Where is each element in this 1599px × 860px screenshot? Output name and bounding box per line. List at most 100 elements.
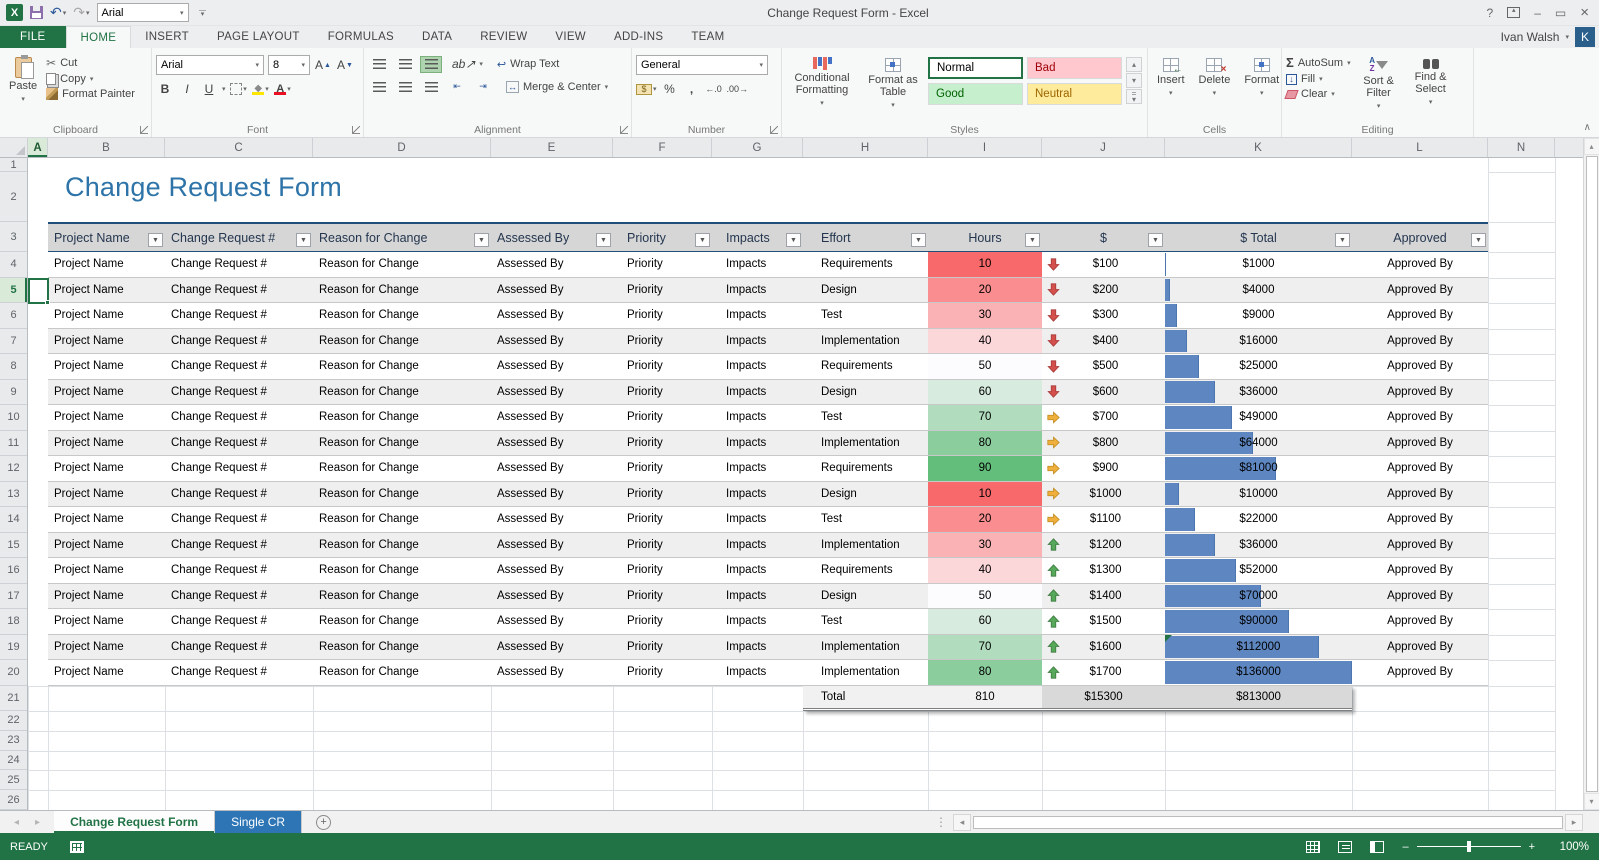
cell[interactable]: Project Name [48,278,165,303]
avatar[interactable]: K [1575,27,1595,47]
cell[interactable]: Requirements [803,456,928,481]
table-row[interactable]: Project NameChange Request #Reason for C… [48,482,1488,508]
table-header-11[interactable]: Approved▼ [1352,224,1488,251]
cell[interactable]: Reason for Change [313,456,491,481]
cell[interactable]: Assessed By [491,329,613,354]
cell[interactable]: Change Request # [165,507,313,532]
total-dollar-total[interactable]: $813000 [1165,686,1352,709]
table-row[interactable]: Project NameChange Request #Reason for C… [48,507,1488,533]
table-row[interactable]: Project NameChange Request #Reason for C… [48,584,1488,610]
cost-cell[interactable]: $1600 [1042,635,1165,660]
collapse-ribbon-button[interactable]: ∧ [1584,122,1591,133]
filter-button[interactable]: ▼ [1025,233,1040,247]
cell[interactable]: Change Request # [165,584,313,609]
delete-cells-button[interactable]: ×Delete▾ [1194,52,1236,121]
cell[interactable]: Priority [613,354,712,379]
style-good[interactable]: Good [928,83,1023,105]
table-row[interactable]: Project NameChange Request #Reason for C… [48,354,1488,380]
qat-customize-button[interactable]: —▾ [196,9,210,17]
cost-cell[interactable]: $1700 [1042,660,1165,685]
cell[interactable]: Priority [613,380,712,405]
approved-cell[interactable]: Approved By [1352,354,1488,379]
cell[interactable]: Priority [613,431,712,456]
table-header-8[interactable]: Hours▼ [928,224,1042,251]
cell[interactable]: Change Request # [165,558,313,583]
sheet-area[interactable]: 1234567891011121314151617181920212223242… [0,158,1583,810]
cell[interactable]: Project Name [48,533,165,558]
close-button[interactable]: × [1580,4,1589,21]
zoom-in-button[interactable]: + [1529,841,1535,853]
cell[interactable]: Test [803,303,928,328]
dollar-total-cell[interactable]: $136000 [1165,660,1352,685]
increase-decimal-button[interactable]: ←.0 [705,80,723,98]
select-all-corner[interactable] [0,138,28,157]
ribbon-tab-insert[interactable]: INSERT [131,26,203,48]
hours-cell[interactable]: 80 [928,431,1042,456]
shrink-font-button[interactable]: A▼ [336,56,354,74]
cell[interactable]: Change Request # [165,329,313,354]
save-button[interactable] [30,6,43,19]
filter-button[interactable]: ▼ [296,233,311,247]
hours-cell[interactable]: 70 [928,635,1042,660]
row-header-15[interactable]: 15 [0,533,27,559]
borders-button[interactable]: ▾ [230,80,248,98]
cell[interactable]: Reason for Change [313,431,491,456]
table-row[interactable]: Project NameChange Request #Reason for C… [48,278,1488,304]
row-header-25[interactable]: 25 [0,770,27,790]
cell[interactable]: Project Name [48,405,165,430]
font-dialog-launcher[interactable] [352,126,360,134]
top-align-button[interactable] [368,56,390,73]
horizontal-scrollbar[interactable]: ◂ ▸ [953,811,1583,833]
row-header-7[interactable]: 7 [0,329,27,355]
cell[interactable]: Project Name [48,635,165,660]
sheet-tab-single-cr[interactable]: Single CR [215,811,302,833]
cell[interactable]: Change Request # [165,456,313,481]
cell[interactable]: Priority [613,609,712,634]
filter-button[interactable]: ▼ [1335,233,1350,247]
vertical-scroll-thumb[interactable] [1586,156,1598,792]
hours-cell[interactable]: 50 [928,584,1042,609]
row-header-13[interactable]: 13 [0,482,27,508]
help-button[interactable]: ? [1487,6,1494,20]
fill-button[interactable]: ↓Fill▾ [1286,73,1351,85]
ribbon-tab-home[interactable]: HOME [66,26,132,48]
sheet-tab-change-request-form[interactable]: Change Request Form [54,811,215,833]
cell[interactable]: Change Request # [165,431,313,456]
dollar-total-cell[interactable]: $16000 [1165,329,1352,354]
dollar-total-cell[interactable]: $64000 [1165,431,1352,456]
cell[interactable]: Impacts [712,660,803,685]
ribbon-display-options-button[interactable]: ▴ [1507,7,1520,18]
cell[interactable]: Assessed By [491,252,613,277]
dollar-total-cell[interactable]: $25000 [1165,354,1352,379]
hours-cell[interactable]: 90 [928,456,1042,481]
cost-cell[interactable]: $200 [1042,278,1165,303]
approved-cell[interactable]: Approved By [1352,558,1488,583]
cell[interactable]: Priority [613,303,712,328]
cell[interactable]: Implementation [803,635,928,660]
row-header-21[interactable]: 21 [0,686,27,712]
table-header-3[interactable]: Reason for Change▼ [313,224,491,251]
format-painter-button[interactable]: Format Painter [46,88,135,100]
redo-button[interactable]: ↷▾ [73,4,89,21]
filter-button[interactable]: ▼ [148,233,163,247]
dollar-total-cell[interactable]: $9000 [1165,303,1352,328]
table-header-4[interactable]: Assessed By▼ [491,224,613,251]
fill-handle[interactable] [45,300,50,305]
cell[interactable]: Project Name [48,303,165,328]
align-left-button[interactable] [368,78,390,95]
zoom-track[interactable] [1417,846,1521,847]
cell[interactable]: Priority [613,558,712,583]
cost-cell[interactable]: $900 [1042,456,1165,481]
column-header-L[interactable]: L [1352,138,1488,157]
tab-scrollbar-splitter[interactable]: ⋮ [929,811,953,833]
merge-center-button[interactable]: ↔Merge & Center▾ [506,81,608,93]
minimize-button[interactable]: – [1534,6,1541,20]
cell[interactable]: Design [803,482,928,507]
sort-filter-button[interactable]: AZ Sort & Filter ▾ [1355,52,1403,121]
row-header-14[interactable]: 14 [0,507,27,533]
style-bad[interactable]: Bad [1027,57,1122,79]
account-area[interactable]: Ivan Walsh ▾ K [1501,26,1599,48]
column-header-B[interactable]: B [48,138,165,157]
table-row[interactable]: Project NameChange Request #Reason for C… [48,635,1488,661]
cell[interactable]: Reason for Change [313,380,491,405]
